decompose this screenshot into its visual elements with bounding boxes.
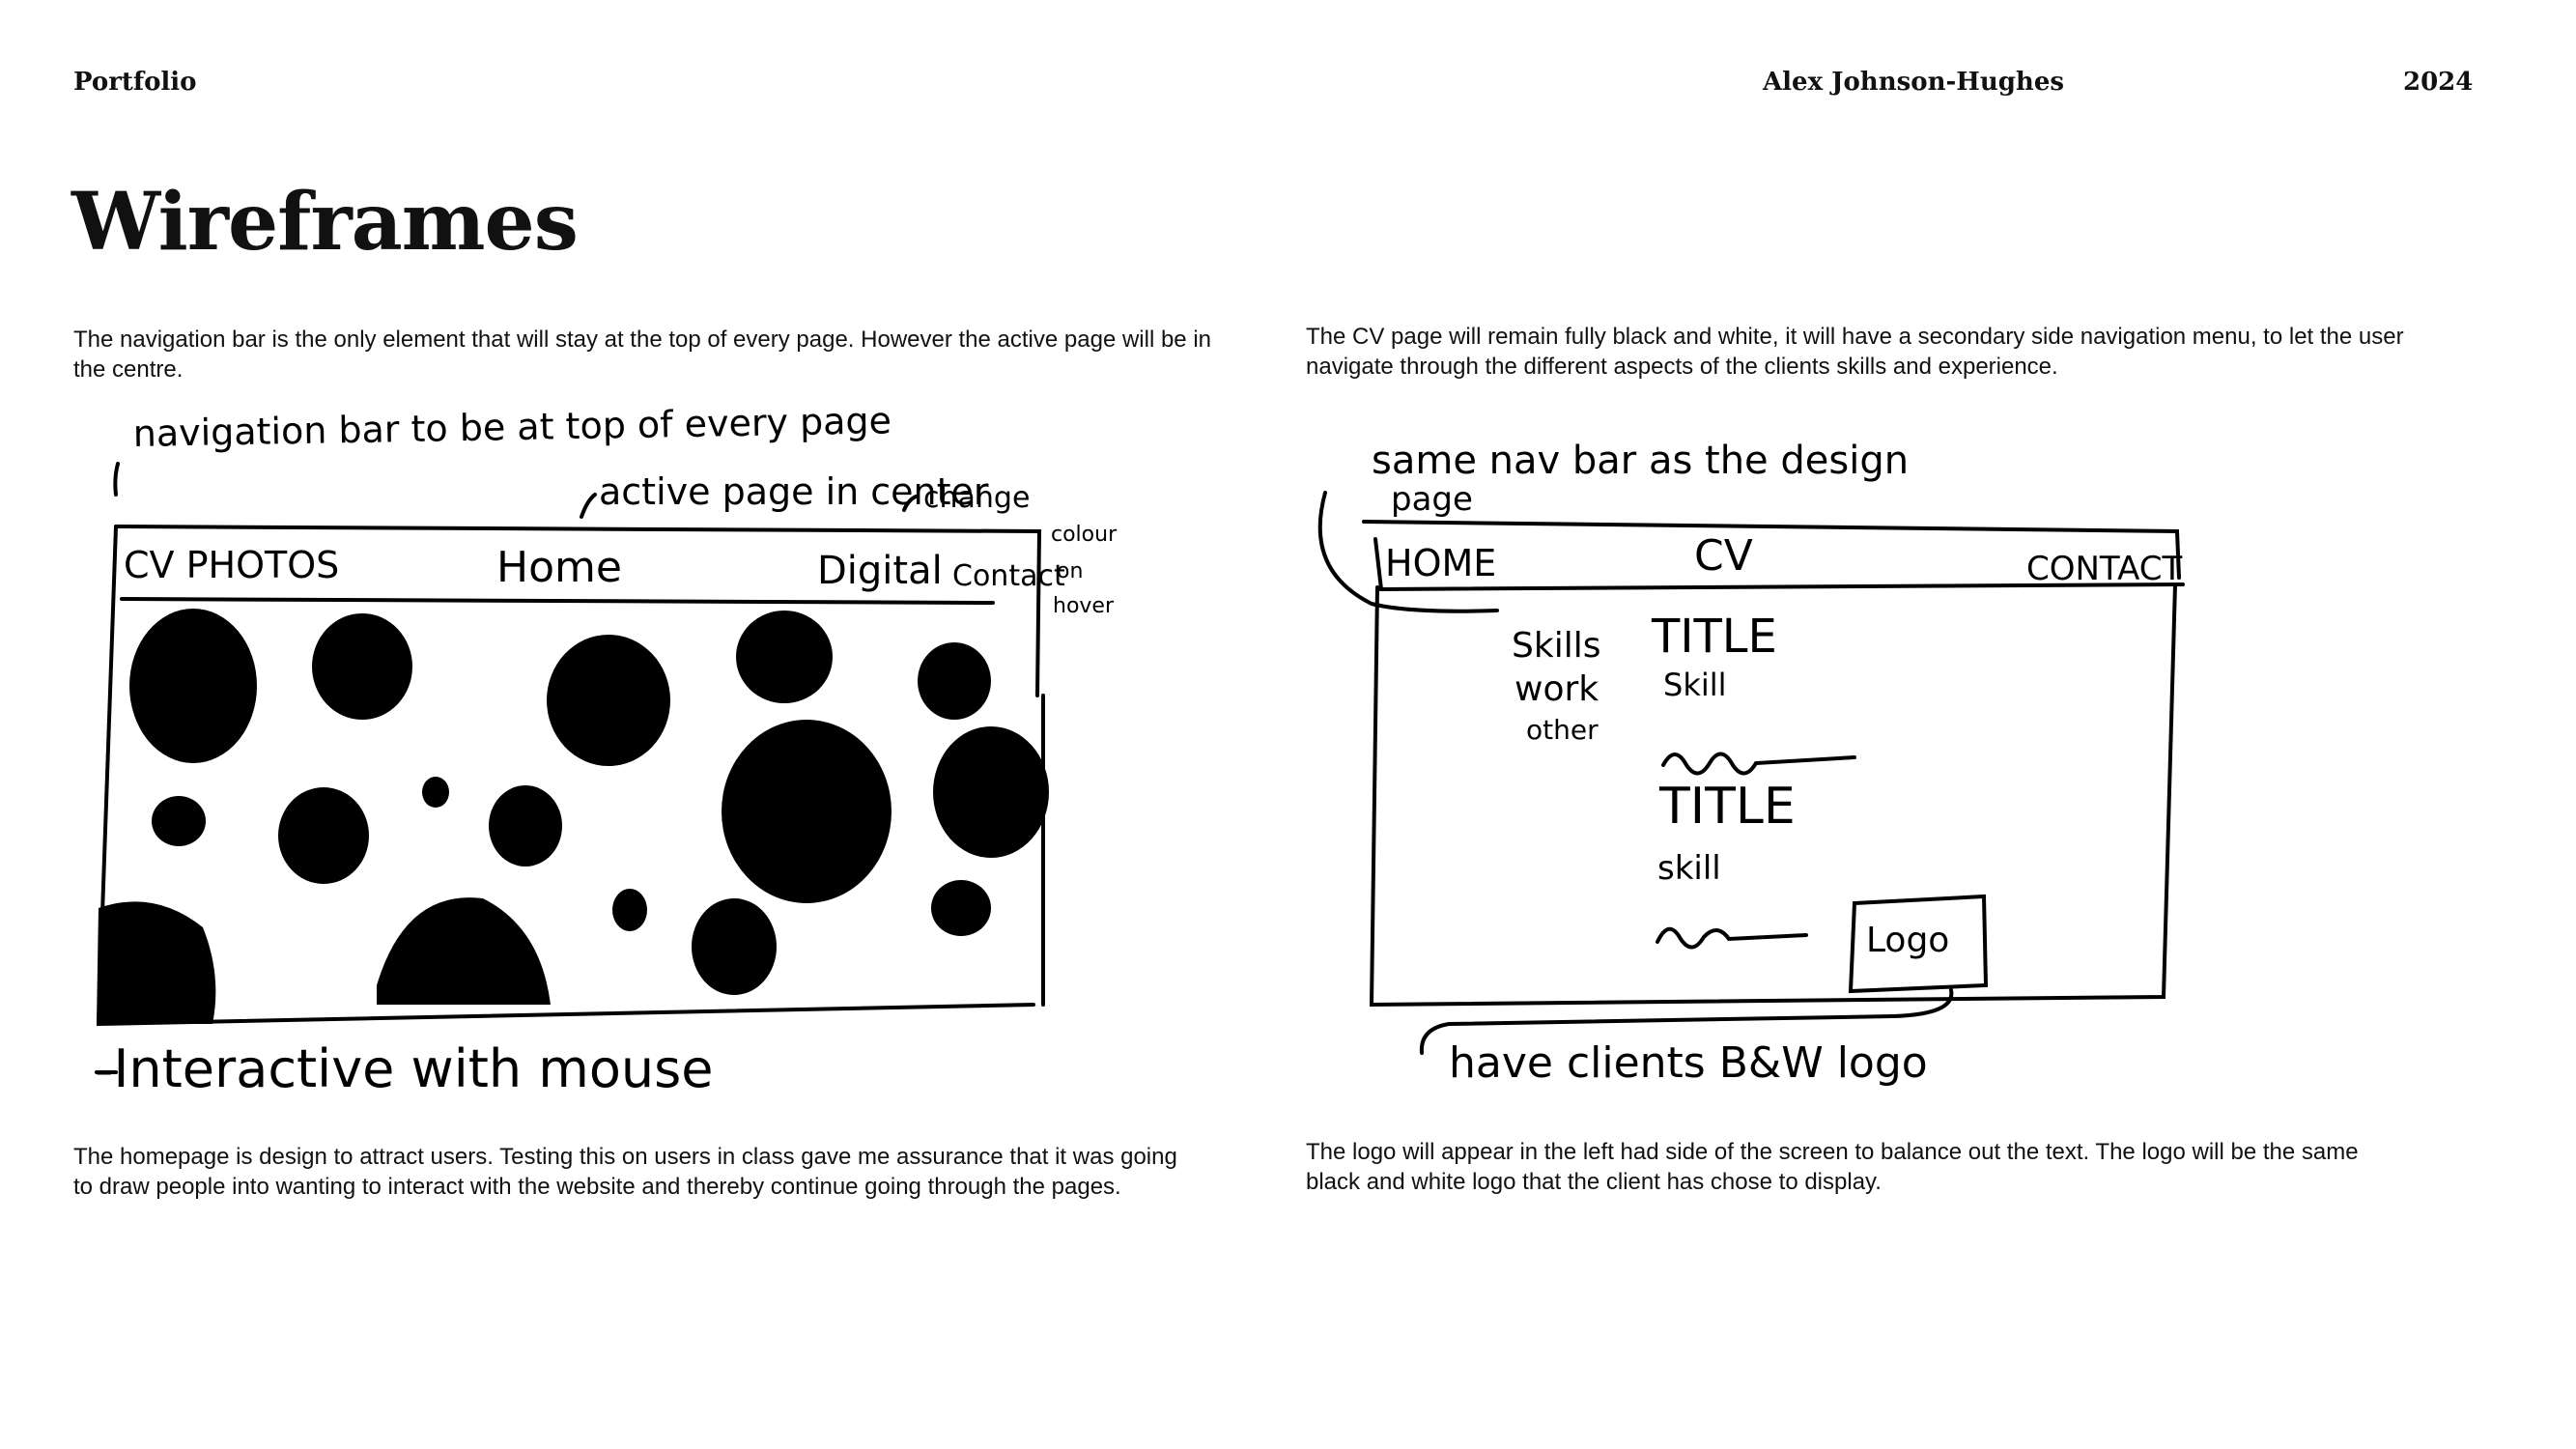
nav-underline bbox=[120, 597, 995, 605]
sketch-title-1: TITLE bbox=[1651, 610, 1777, 664]
blob bbox=[692, 898, 777, 995]
sketch-nav-home: Home bbox=[496, 543, 622, 592]
note-same-nav: same nav bar as the design bbox=[1372, 439, 1909, 483]
sketch-logo-label: Logo bbox=[1866, 921, 1949, 960]
homepage-wireframe-sketch: navigation bar to be at top of every pag… bbox=[87, 399, 1198, 1121]
note-nav-bar: navigation bar to be at top of every pag… bbox=[132, 406, 892, 455]
header-portfolio-label: Portfolio bbox=[73, 68, 197, 97]
sketch-skill-2: skill bbox=[1657, 849, 1721, 888]
header-year: 2024 bbox=[2403, 68, 2474, 97]
blob bbox=[933, 726, 1049, 858]
note-hover: hover bbox=[1053, 594, 1115, 618]
text-squiggle bbox=[1661, 752, 1856, 776]
blob bbox=[612, 889, 647, 931]
page-title: Wireframes bbox=[71, 176, 579, 269]
sketch-nav-cv: CV bbox=[1694, 531, 1753, 581]
note-page: page bbox=[1391, 480, 1473, 519]
cv-page-wireframe-sketch: same nav bar as the design page HOME CV … bbox=[1314, 425, 2453, 1121]
blob bbox=[377, 897, 551, 1005]
blob bbox=[278, 787, 369, 884]
note-interactive: -Interactive with mouse bbox=[95, 1038, 714, 1099]
blob bbox=[489, 785, 562, 867]
sketch-nav-contact: CONTACT bbox=[2026, 550, 2182, 588]
note-change: change bbox=[923, 481, 1030, 515]
note-logo: have clients B&W logo bbox=[1449, 1038, 1928, 1088]
text-squiggle bbox=[1656, 926, 1808, 950]
header-author-name: Alex Johnson-Hughes bbox=[1763, 68, 2064, 97]
sketch-title-2: TITLE bbox=[1658, 778, 1796, 836]
homepage-caption-text: The homepage is design to attract users.… bbox=[73, 1144, 1177, 1200]
sketch-nav-home: HOME bbox=[1385, 542, 1496, 584]
blob bbox=[152, 796, 206, 846]
cv-page-caption-text: The logo will appear in the left had sid… bbox=[1306, 1139, 2359, 1195]
blob bbox=[547, 635, 670, 766]
blob bbox=[918, 642, 991, 720]
sketch-nav-cv-photos: CV PHOTOS bbox=[124, 544, 339, 586]
blob bbox=[931, 880, 991, 936]
blob bbox=[129, 609, 257, 763]
blob bbox=[736, 611, 833, 703]
annotation-tick bbox=[113, 462, 120, 497]
cv-page-intro-text: The CV page will remain fully black and … bbox=[1306, 324, 2404, 380]
homepage-wireframe-drawing: navigation bar to be at top of every pag… bbox=[95, 399, 1118, 1099]
blob bbox=[722, 720, 892, 903]
sketch-skill-1: Skill bbox=[1663, 667, 1727, 703]
sketch-side-other: other bbox=[1526, 714, 1599, 746]
homepage-intro-text: The navigation bar is the only element t… bbox=[73, 327, 1211, 383]
sketch-nav-contact: Contact bbox=[952, 559, 1065, 593]
blob bbox=[312, 613, 412, 720]
sketch-nav-digital: Digital bbox=[817, 549, 943, 593]
sketch-side-skills: Skills bbox=[1512, 626, 1600, 666]
blob bbox=[97, 901, 216, 1024]
sketch-side-work: work bbox=[1514, 669, 1599, 709]
cv-page-wireframe-drawing: same nav bar as the design page HOME CV … bbox=[1317, 439, 2185, 1088]
note-colour: colour bbox=[1051, 523, 1118, 547]
blob bbox=[422, 777, 449, 808]
